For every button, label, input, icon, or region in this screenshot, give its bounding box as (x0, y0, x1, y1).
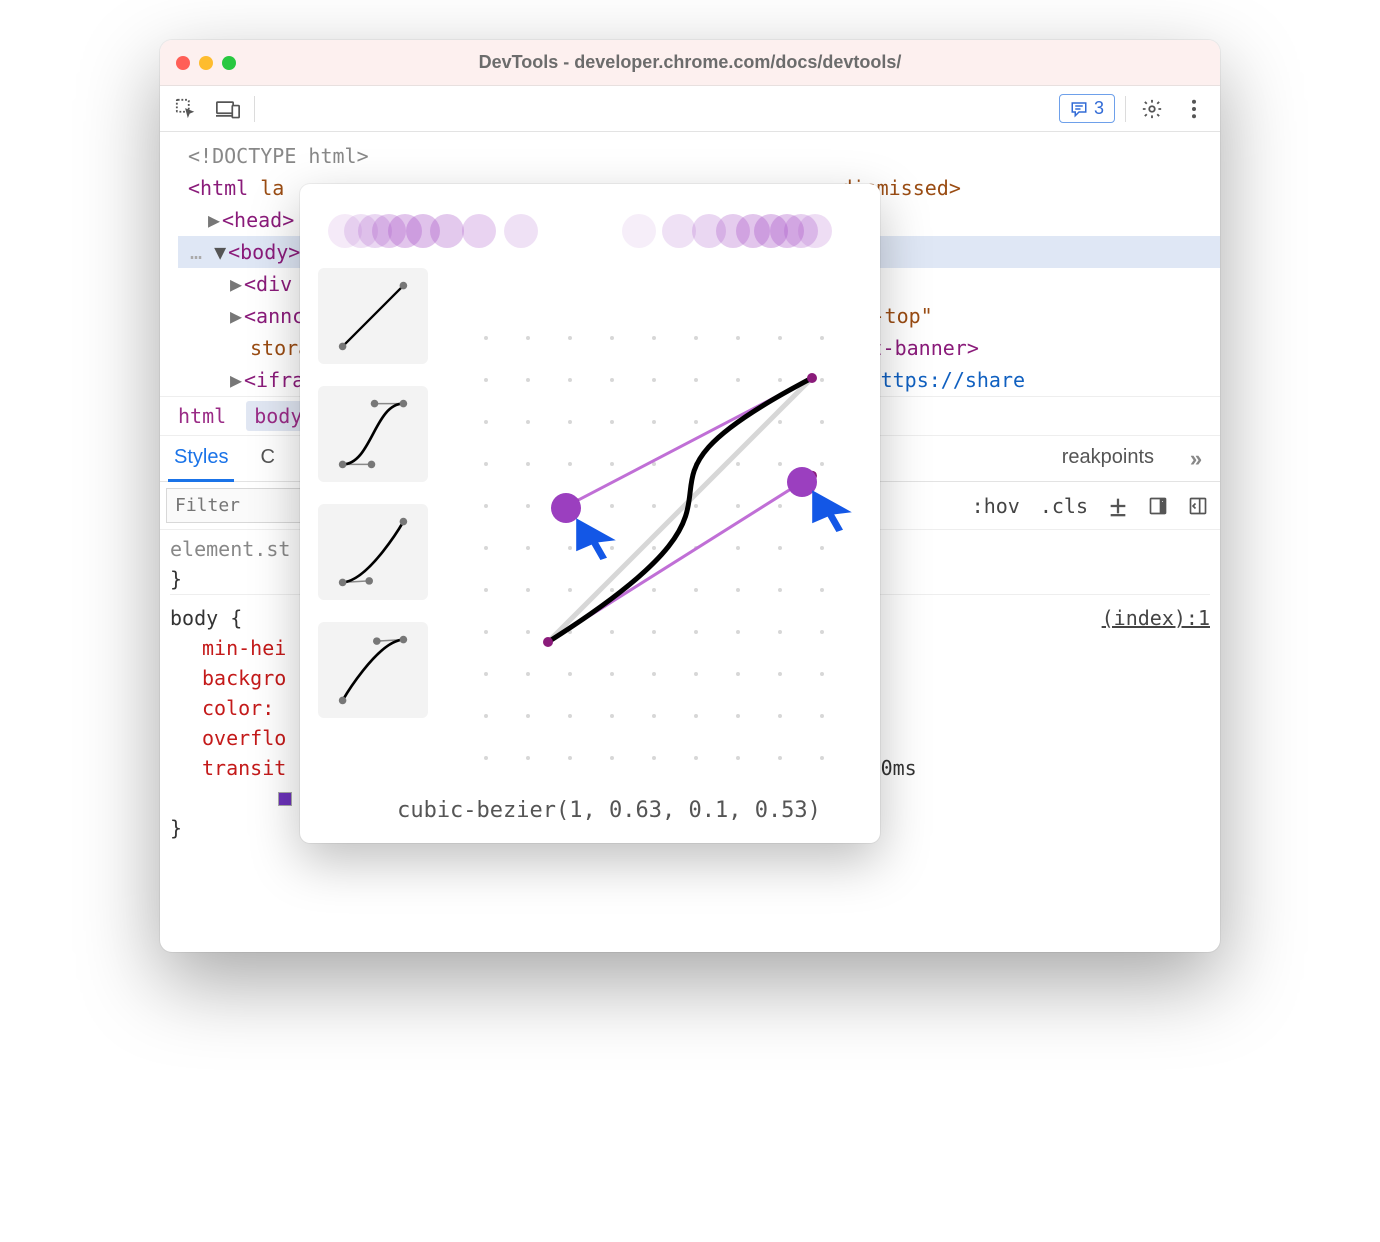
bezier-value-readout: cubic-bezier(1, 0.63, 0.1, 0.53) (356, 798, 862, 823)
bezier-preview-track (318, 202, 862, 264)
bezier-canvas[interactable] (456, 268, 862, 778)
devtools-toolbar: 3 (160, 86, 1220, 132)
computed-sidebar-icon[interactable] (1142, 490, 1174, 522)
bezier-handle-p2 (551, 493, 581, 523)
preview-cluster-right (622, 202, 852, 264)
prop-transition[interactable]: transit (202, 756, 286, 780)
prop-color[interactable]: color: (202, 696, 274, 720)
toggle-pane-icon[interactable] (1182, 490, 1214, 522)
preset-ease-in-out[interactable] (318, 386, 428, 482)
divider (254, 96, 255, 122)
prop-min-height[interactable]: min-hei (202, 636, 286, 660)
titlebar: DevTools - developer.chrome.com/docs/dev… (160, 40, 1220, 86)
bezier-swatch-icon[interactable] (278, 792, 292, 806)
issues-count: 3 (1094, 98, 1104, 119)
preview-cluster-left (328, 202, 558, 264)
chevron-right-icon[interactable]: » (1180, 443, 1212, 475)
bezier-presets (318, 268, 438, 778)
tab-styles[interactable]: Styles (168, 436, 234, 482)
tab-dom-breakpoints[interactable]: reakpoints (1056, 436, 1160, 482)
inspect-element-icon[interactable] (170, 93, 202, 125)
cls-toggle[interactable]: .cls (1034, 492, 1094, 520)
bezier-handle-p1 (787, 467, 817, 497)
tab-computed[interactable]: C (254, 436, 280, 482)
hov-toggle[interactable]: :hov (966, 492, 1026, 520)
divider (1125, 96, 1126, 122)
bezier-editor-popover: cubic-bezier(1, 0.63, 0.1, 0.53) (300, 184, 880, 843)
preset-ease-in[interactable] (318, 504, 428, 600)
devtools-window: DevTools - developer.chrome.com/docs/dev… (160, 40, 1220, 952)
prop-background[interactable]: backgro (202, 666, 286, 690)
doctype-node: <!DOCTYPE html> (178, 140, 1220, 172)
preset-ease-out[interactable] (318, 622, 428, 718)
chat-icon (1070, 100, 1088, 118)
preset-linear[interactable] (318, 268, 428, 364)
prop-overflow[interactable]: overflo (202, 726, 286, 750)
device-toolbar-icon[interactable] (212, 93, 244, 125)
new-style-rule-icon[interactable] (1102, 490, 1134, 522)
kebab-menu-icon[interactable] (1178, 93, 1210, 125)
breadcrumb-html[interactable]: html (170, 401, 234, 431)
gear-icon[interactable] (1136, 93, 1168, 125)
issues-badge[interactable]: 3 (1059, 94, 1115, 123)
window-title: DevTools - developer.chrome.com/docs/dev… (160, 52, 1220, 73)
rule-source-link[interactable]: (index):1 (1102, 603, 1210, 633)
